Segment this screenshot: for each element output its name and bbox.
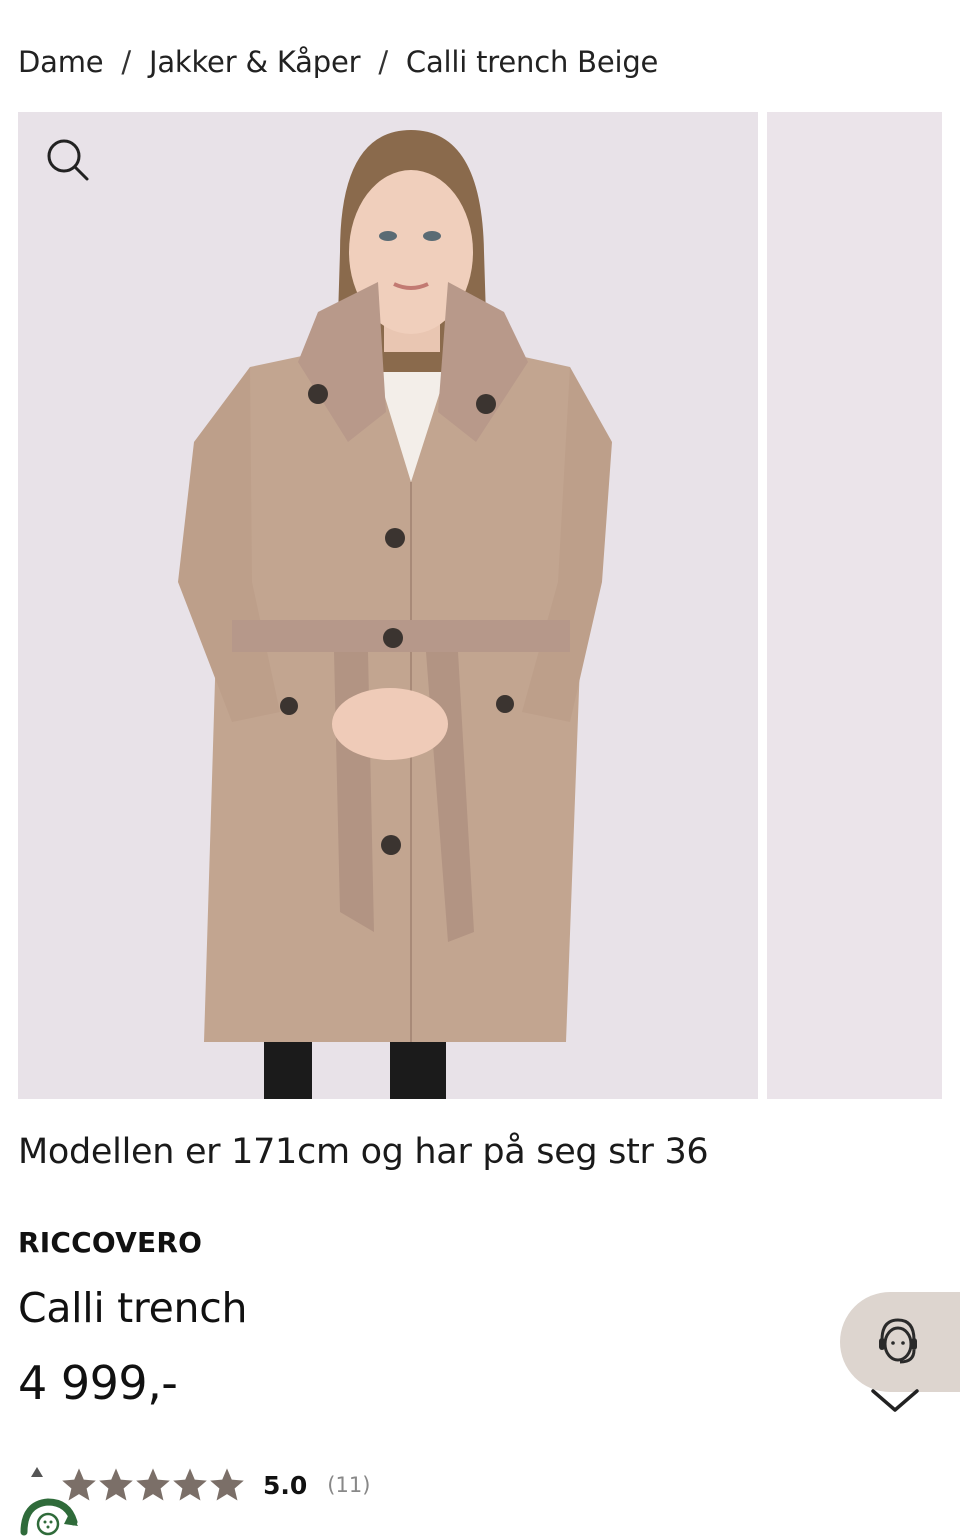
breadcrumb-item-current: Calli trench Beige (405, 45, 659, 79)
chevron-down-icon[interactable] (870, 1388, 920, 1414)
breadcrumb-separator: / (378, 45, 388, 79)
star-rating (60, 1466, 245, 1504)
product-image-main[interactable] (18, 112, 758, 1099)
eco-badge-icon (20, 1498, 78, 1536)
search-icon (47, 139, 89, 181)
breadcrumb: Dame / Jakker & Kåper / Calli trench Bei… (18, 40, 658, 84)
star-icon (136, 1468, 170, 1501)
product-name: Calli trench (18, 1284, 248, 1332)
product-price: 4 999,- (18, 1356, 178, 1410)
review-count[interactable]: (11) (327, 1473, 370, 1497)
customer-support-button[interactable] (840, 1292, 960, 1392)
model-photo (18, 112, 758, 1099)
model-size-note: Modellen er 171cm og har på seg str 36 (18, 1132, 709, 1172)
rating-summary[interactable]: 5.0 (11) (30, 1462, 370, 1508)
rating-value: 5.0 (263, 1470, 308, 1500)
product-brand[interactable]: RICCOVERO (18, 1226, 202, 1259)
product-image-gallery[interactable] (18, 112, 942, 1099)
breadcrumb-separator: / (121, 45, 131, 79)
star-icon (99, 1468, 133, 1501)
star-icon (173, 1468, 207, 1501)
star-icon (210, 1468, 244, 1501)
breadcrumb-item-dame[interactable]: Dame (18, 45, 104, 79)
zoom-button[interactable] (46, 138, 90, 182)
product-image-next[interactable] (767, 112, 942, 1099)
breadcrumb-item-jakker-kaper[interactable]: Jakker & Kåper (149, 45, 361, 79)
customer-support-icon (879, 1318, 917, 1364)
